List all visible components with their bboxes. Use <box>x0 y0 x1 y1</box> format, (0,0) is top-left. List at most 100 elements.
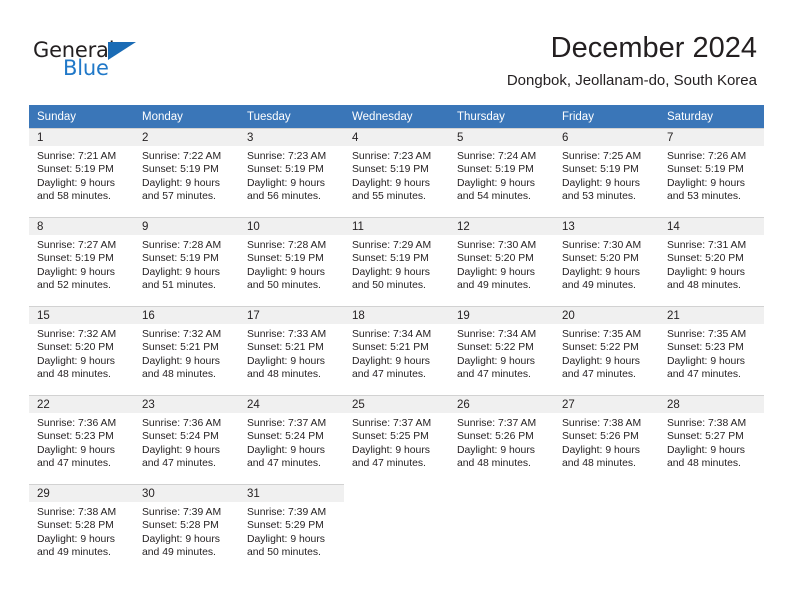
day-details: Sunrise: 7:36 AM Sunset: 5:24 PM Daylight:… <box>134 413 239 471</box>
sunset-text: Sunset: 5:21 PM <box>142 342 219 354</box>
sunrise-text: Sunrise: 7:37 AM <box>457 418 537 429</box>
daylight-text-line2: and 49 minutes. <box>457 280 531 292</box>
calendar-cell-day[interactable]: 26 Sunrise: 7:37 AM Sunset: 5:26 PM Dayligh… <box>449 395 554 484</box>
day-number: 20 <box>554 307 659 324</box>
sunrise-text: Sunrise: 7:23 AM <box>247 151 327 162</box>
daylight-text-line2: and 48 minutes. <box>667 458 741 470</box>
day-cell: 11 Sunrise: 7:29 AM Sunset: 5:19 PM Dayligh… <box>344 217 449 306</box>
day-details: Sunrise: 7:37 AM Sunset: 5:24 PM Daylight:… <box>239 413 344 471</box>
day-details: Sunrise: 7:26 AM Sunset: 5:19 PM Daylight:… <box>659 146 764 204</box>
daylight-text-line2: and 48 minutes. <box>562 458 636 470</box>
daylight-text-line2: and 48 minutes. <box>37 369 111 381</box>
day-cell: 12 Sunrise: 7:30 AM Sunset: 5:20 PM Dayligh… <box>449 217 554 306</box>
calendar-cell-day[interactable]: 25 Sunrise: 7:37 AM Sunset: 5:25 PM Dayligh… <box>344 395 449 484</box>
sunset-text: Sunset: 5:23 PM <box>667 342 744 354</box>
calendar-cell-day[interactable]: 15 Sunrise: 7:32 AM Sunset: 5:20 PM Dayligh… <box>29 306 134 395</box>
calendar-cell-day[interactable]: 13 Sunrise: 7:30 AM Sunset: 5:20 PM Dayligh… <box>554 217 659 306</box>
calendar-cell-day[interactable]: 28 Sunrise: 7:38 AM Sunset: 5:27 PM Dayligh… <box>659 395 764 484</box>
calendar-cell-day[interactable]: 4 Sunrise: 7:23 AM Sunset: 5:19 PM Daylight… <box>344 128 449 217</box>
calendar-grid: Sunday Monday Tuesday Wednesday Thursday… <box>29 105 764 573</box>
daylight-text-line1: Daylight: 9 hours <box>247 177 325 189</box>
weekday-header-wednesday: Wednesday <box>344 105 449 128</box>
calendar-cell-day[interactable]: 23 Sunrise: 7:36 AM Sunset: 5:24 PM Dayligh… <box>134 395 239 484</box>
day-cell: 16 Sunrise: 7:32 AM Sunset: 5:21 PM Dayligh… <box>134 306 239 395</box>
calendar-cell-day[interactable]: 14 Sunrise: 7:31 AM Sunset: 5:20 PM Dayligh… <box>659 217 764 306</box>
calendar-week-row: 8 Sunrise: 7:27 AM Sunset: 5:19 PM Daylight… <box>29 217 764 306</box>
day-cell: 9 Sunrise: 7:28 AM Sunset: 5:19 PM Daylight… <box>134 217 239 306</box>
daylight-text-line1: Daylight: 9 hours <box>352 266 430 278</box>
daylight-text-line1: Daylight: 9 hours <box>457 355 535 367</box>
sunset-text: Sunset: 5:19 PM <box>247 253 324 265</box>
daylight-text-line2: and 48 minutes. <box>142 369 216 381</box>
day-number: 21 <box>659 307 764 324</box>
calendar-cell-day[interactable]: 2 Sunrise: 7:22 AM Sunset: 5:19 PM Daylight… <box>134 128 239 217</box>
daylight-text-line2: and 57 minutes. <box>142 191 216 203</box>
sunrise-text: Sunrise: 7:35 AM <box>667 329 747 340</box>
daylight-text-line1: Daylight: 9 hours <box>142 444 220 456</box>
calendar-cell-day[interactable]: 30 Sunrise: 7:39 AM Sunset: 5:28 PM Dayligh… <box>134 484 239 573</box>
daylight-text-line2: and 53 minutes. <box>667 191 741 203</box>
calendar-cell-day[interactable]: 9 Sunrise: 7:28 AM Sunset: 5:19 PM Daylight… <box>134 217 239 306</box>
day-details: Sunrise: 7:34 AM Sunset: 5:21 PM Daylight:… <box>344 324 449 382</box>
sunset-text: Sunset: 5:20 PM <box>667 253 744 265</box>
calendar-cell-day[interactable]: 11 Sunrise: 7:29 AM Sunset: 5:19 PM Dayligh… <box>344 217 449 306</box>
day-details: Sunrise: 7:22 AM Sunset: 5:19 PM Daylight:… <box>134 146 239 204</box>
calendar-cell-day[interactable]: 1 Sunrise: 7:21 AM Sunset: 5:19 PM Daylight… <box>29 128 134 217</box>
calendar-cell-day[interactable]: 12 Sunrise: 7:30 AM Sunset: 5:20 PM Dayligh… <box>449 217 554 306</box>
day-details: Sunrise: 7:33 AM Sunset: 5:21 PM Daylight:… <box>239 324 344 382</box>
daylight-text-line1: Daylight: 9 hours <box>37 355 115 367</box>
daylight-text-line1: Daylight: 9 hours <box>352 444 430 456</box>
calendar-cell-day[interactable]: 22 Sunrise: 7:36 AM Sunset: 5:23 PM Dayligh… <box>29 395 134 484</box>
calendar-cell-day[interactable]: 31 Sunrise: 7:39 AM Sunset: 5:29 PM Dayligh… <box>239 484 344 573</box>
daylight-text-line2: and 47 minutes. <box>667 369 741 381</box>
daylight-text-line2: and 56 minutes. <box>247 191 321 203</box>
calendar-cell-day[interactable]: 27 Sunrise: 7:38 AM Sunset: 5:26 PM Dayligh… <box>554 395 659 484</box>
daylight-text-line1: Daylight: 9 hours <box>37 444 115 456</box>
calendar-cell-day[interactable]: 3 Sunrise: 7:23 AM Sunset: 5:19 PM Daylight… <box>239 128 344 217</box>
calendar-cell-day[interactable]: 18 Sunrise: 7:34 AM Sunset: 5:21 PM Dayligh… <box>344 306 449 395</box>
daylight-text-line2: and 55 minutes. <box>352 191 426 203</box>
calendar-cell-day[interactable]: 29 Sunrise: 7:38 AM Sunset: 5:28 PM Dayligh… <box>29 484 134 573</box>
calendar-cell-day[interactable]: 6 Sunrise: 7:25 AM Sunset: 5:19 PM Daylight… <box>554 128 659 217</box>
general-blue-logo[interactable]: General Blue <box>33 38 163 84</box>
sunrise-text: Sunrise: 7:24 AM <box>457 151 537 162</box>
calendar-cell-day[interactable]: 10 Sunrise: 7:28 AM Sunset: 5:19 PM Dayligh… <box>239 217 344 306</box>
calendar-cell-day[interactable]: 5 Sunrise: 7:24 AM Sunset: 5:19 PM Daylight… <box>449 128 554 217</box>
calendar-cell-day[interactable]: 20 Sunrise: 7:35 AM Sunset: 5:22 PM Dayligh… <box>554 306 659 395</box>
day-details: Sunrise: 7:36 AM Sunset: 5:23 PM Daylight:… <box>29 413 134 471</box>
calendar-cell-day[interactable]: 24 Sunrise: 7:37 AM Sunset: 5:24 PM Dayligh… <box>239 395 344 484</box>
sunset-text: Sunset: 5:26 PM <box>562 431 639 443</box>
sunset-text: Sunset: 5:21 PM <box>352 342 429 354</box>
day-details: Sunrise: 7:23 AM Sunset: 5:19 PM Daylight:… <box>344 146 449 204</box>
sunrise-text: Sunrise: 7:38 AM <box>37 507 117 518</box>
daylight-text-line1: Daylight: 9 hours <box>667 266 745 278</box>
daylight-text-line1: Daylight: 9 hours <box>562 355 640 367</box>
calendar-cell-day[interactable]: 8 Sunrise: 7:27 AM Sunset: 5:19 PM Daylight… <box>29 217 134 306</box>
day-number: 13 <box>554 218 659 235</box>
sunset-text: Sunset: 5:25 PM <box>352 431 429 443</box>
sunset-text: Sunset: 5:19 PM <box>37 164 114 176</box>
calendar-cell-day[interactable]: 17 Sunrise: 7:33 AM Sunset: 5:21 PM Dayligh… <box>239 306 344 395</box>
calendar-header-row: Sunday Monday Tuesday Wednesday Thursday… <box>29 105 764 128</box>
calendar-cell-day[interactable]: 21 Sunrise: 7:35 AM Sunset: 5:23 PM Dayligh… <box>659 306 764 395</box>
daylight-text-line1: Daylight: 9 hours <box>247 533 325 545</box>
sunrise-text: Sunrise: 7:37 AM <box>352 418 432 429</box>
daylight-text-line2: and 47 minutes. <box>37 458 111 470</box>
day-cell: 14 Sunrise: 7:31 AM Sunset: 5:20 PM Dayligh… <box>659 217 764 306</box>
day-cell: 7 Sunrise: 7:26 AM Sunset: 5:19 PM Daylight… <box>659 128 764 217</box>
daylight-text-line2: and 58 minutes. <box>37 191 111 203</box>
sunset-text: Sunset: 5:21 PM <box>247 342 324 354</box>
calendar-week-row: 15 Sunrise: 7:32 AM Sunset: 5:20 PM Dayligh… <box>29 306 764 395</box>
daylight-text-line2: and 48 minutes. <box>667 280 741 292</box>
day-details: Sunrise: 7:29 AM Sunset: 5:19 PM Daylight:… <box>344 235 449 293</box>
calendar-cell-day[interactable]: 16 Sunrise: 7:32 AM Sunset: 5:21 PM Dayligh… <box>134 306 239 395</box>
daylight-text-line2: and 47 minutes. <box>562 369 636 381</box>
day-number: 1 <box>29 129 134 146</box>
calendar-cell-day[interactable]: 19 Sunrise: 7:34 AM Sunset: 5:22 PM Dayligh… <box>449 306 554 395</box>
sunrise-text: Sunrise: 7:22 AM <box>142 151 222 162</box>
daylight-text-line1: Daylight: 9 hours <box>37 266 115 278</box>
calendar-cell-day[interactable]: 7 Sunrise: 7:26 AM Sunset: 5:19 PM Daylight… <box>659 128 764 217</box>
sunrise-text: Sunrise: 7:38 AM <box>562 418 642 429</box>
daylight-text-line1: Daylight: 9 hours <box>142 533 220 545</box>
day-cell: 30 Sunrise: 7:39 AM Sunset: 5:28 PM Dayligh… <box>134 484 239 573</box>
